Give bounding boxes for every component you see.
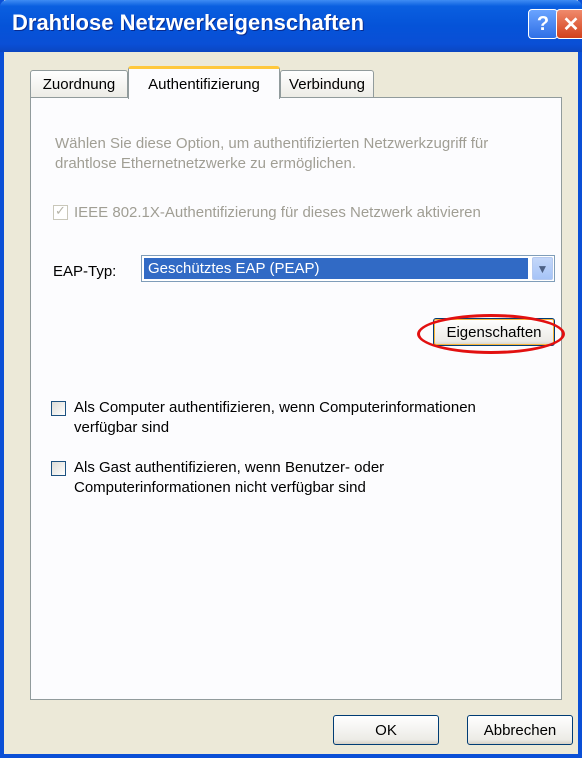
tab-panel-authentifizierung: Wählen Sie diese Option, um authentifizi… bbox=[30, 97, 565, 700]
guest-auth-checkbox[interactable] bbox=[51, 461, 66, 476]
title-bar[interactable]: Drahtlose Netzwerkeigenschaften ? ✕ bbox=[0, 0, 582, 52]
dialog-window: Drahtlose Netzwerkeigenschaften ? ✕ Zuor… bbox=[0, 0, 582, 758]
tab-authentifizierung[interactable]: Authentifizierung bbox=[128, 66, 280, 99]
eap-type-value: Geschütztes EAP (PEAP) bbox=[144, 258, 528, 279]
help-icon: ? bbox=[536, 12, 550, 35]
computer-auth-label[interactable]: Als Computer authentifizieren, wenn Comp… bbox=[74, 398, 524, 438]
ieee-8021x-label: IEEE 802.1X-Authentifizierung für dieses… bbox=[74, 204, 481, 221]
eap-type-label: EAP-Typ: bbox=[53, 263, 117, 280]
highlight-ring bbox=[417, 314, 565, 354]
window-title: Drahtlose Netzwerkeigenschaften bbox=[12, 10, 365, 35]
computer-auth-checkbox[interactable] bbox=[51, 401, 66, 416]
tab-zuordnung[interactable]: Zuordnung bbox=[30, 70, 128, 98]
ok-button[interactable]: OK bbox=[333, 715, 439, 745]
description-text: Wählen Sie diese Option, um authentifizi… bbox=[55, 135, 489, 172]
dropdown-button[interactable]: ▼ bbox=[532, 257, 553, 280]
cancel-button[interactable]: Abbrechen bbox=[467, 715, 573, 745]
ieee-8021x-option: IEEE 802.1X-Authentifizierung für dieses… bbox=[53, 203, 481, 221]
guest-auth-label[interactable]: Als Gast authentifizieren, wenn Benutzer… bbox=[74, 458, 524, 498]
eap-type-select[interactable]: Geschütztes EAP (PEAP) ▼ bbox=[141, 255, 555, 282]
ieee-8021x-checkbox bbox=[53, 203, 68, 220]
close-button[interactable]: ✕ bbox=[556, 9, 582, 39]
computer-auth-option: Als Computer authentifizieren, wenn Comp… bbox=[51, 398, 524, 438]
guest-auth-option: Als Gast authentifizieren, wenn Benutzer… bbox=[51, 458, 524, 498]
tab-verbindung[interactable]: Verbindung bbox=[280, 70, 374, 98]
chevron-down-icon: ▼ bbox=[536, 261, 549, 276]
help-button[interactable]: ? bbox=[528, 9, 558, 39]
close-icon: ✕ bbox=[562, 13, 580, 36]
